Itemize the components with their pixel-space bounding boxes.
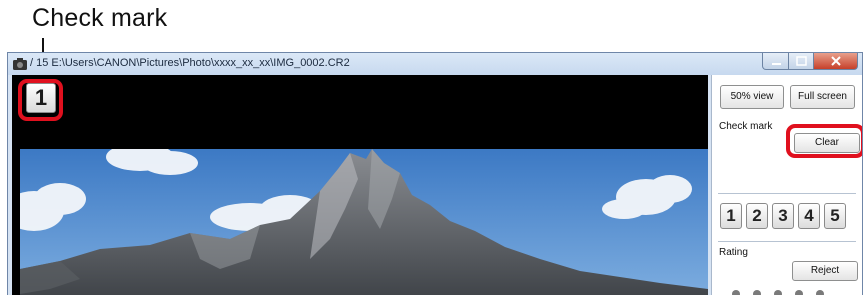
check-mark-button-2[interactable]: 2 xyxy=(746,203,768,229)
rating-label: Rating xyxy=(719,247,748,258)
check-mark-label: Check mark xyxy=(719,121,773,132)
check-mark-button-3[interactable]: 3 xyxy=(772,203,794,229)
rating-star-1[interactable] xyxy=(732,290,740,295)
minimize-button[interactable] xyxy=(762,53,789,70)
check-mark-button-4[interactable]: 4 xyxy=(798,203,820,229)
viewer-window: / 15 E:\Users\CANON\Pictures\Photo\xxxx_… xyxy=(7,52,863,295)
window-controls xyxy=(762,53,858,71)
rating-star-5[interactable] xyxy=(816,290,824,295)
separator xyxy=(718,193,856,194)
view-50-button[interactable]: 50% view xyxy=(720,85,784,109)
clear-button-highlight xyxy=(786,124,862,158)
side-panel: 50% view Full screen Check mark Clear 1 … xyxy=(711,75,862,295)
camera-icon xyxy=(13,58,27,70)
check-mark-button-1[interactable]: 1 xyxy=(720,203,742,229)
window-title: / 15 E:\Users\CANON\Pictures\Photo\xxxx_… xyxy=(30,57,350,69)
close-icon xyxy=(831,56,841,66)
rating-stars xyxy=(732,290,837,295)
separator xyxy=(718,241,856,242)
image-viewer[interactable]: 1 xyxy=(12,75,708,295)
rating-star-4[interactable] xyxy=(795,290,803,295)
full-screen-button[interactable]: Full screen xyxy=(790,85,855,109)
check-mark-buttons: 1 2 3 4 5 xyxy=(720,203,850,229)
callout-label: Check mark xyxy=(32,4,168,32)
maximize-icon xyxy=(796,56,807,66)
landscape-photo xyxy=(20,149,708,295)
title-bar: / 15 E:\Users\CANON\Pictures\Photo\xxxx_… xyxy=(8,53,862,75)
check-mark-highlight xyxy=(18,79,63,121)
maximize-button[interactable] xyxy=(789,53,814,70)
rating-star-2[interactable] xyxy=(753,290,761,295)
rating-star-3[interactable] xyxy=(774,290,782,295)
check-mark-button-5[interactable]: 5 xyxy=(824,203,846,229)
reject-button[interactable]: Reject xyxy=(792,261,858,281)
close-button[interactable] xyxy=(814,53,858,70)
minimize-icon xyxy=(772,63,781,65)
